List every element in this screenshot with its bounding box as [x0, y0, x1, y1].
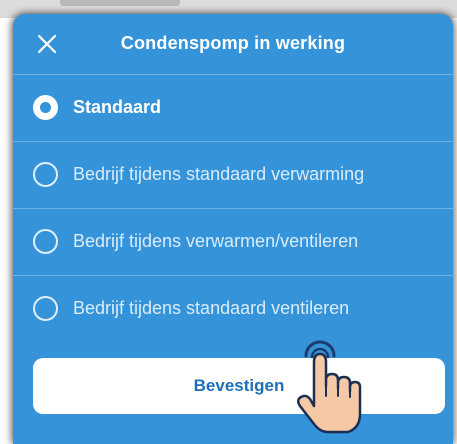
option-standaard[interactable]: Standaard — [13, 75, 453, 142]
radio-unselected-icon[interactable] — [33, 229, 58, 254]
option-label: Standaard — [73, 97, 162, 117]
confirm-button[interactable]: Bevestigen — [33, 358, 445, 414]
option-label: Bedrijf tijdens verwarmen/ventileren — [73, 231, 359, 251]
background-text — [60, 0, 180, 6]
option-standaard-ventileren[interactable]: Bedrijf tijdens standaard ventileren — [13, 276, 453, 342]
radio-selected-icon[interactable] — [33, 95, 58, 120]
option-label: Bedrijf tijdens standaard verwarming — [73, 164, 365, 184]
tap-hand-icon — [288, 336, 378, 436]
radio-unselected-icon[interactable] — [33, 296, 58, 321]
selection-dialog: Condenspomp in werking Standaard Bedrijf… — [13, 14, 453, 444]
dialog-header: Condenspomp in werking — [13, 14, 453, 75]
radio-unselected-icon[interactable] — [33, 162, 58, 187]
option-verwarmen-ventileren[interactable]: Bedrijf tijdens verwarmen/ventileren — [13, 209, 453, 276]
option-standaard-verwarming[interactable]: Bedrijf tijdens standaard verwarming — [13, 142, 453, 209]
dialog-title: Condenspomp in werking — [120, 33, 346, 53]
option-label: Bedrijf tijdens standaard ventileren — [73, 298, 350, 318]
